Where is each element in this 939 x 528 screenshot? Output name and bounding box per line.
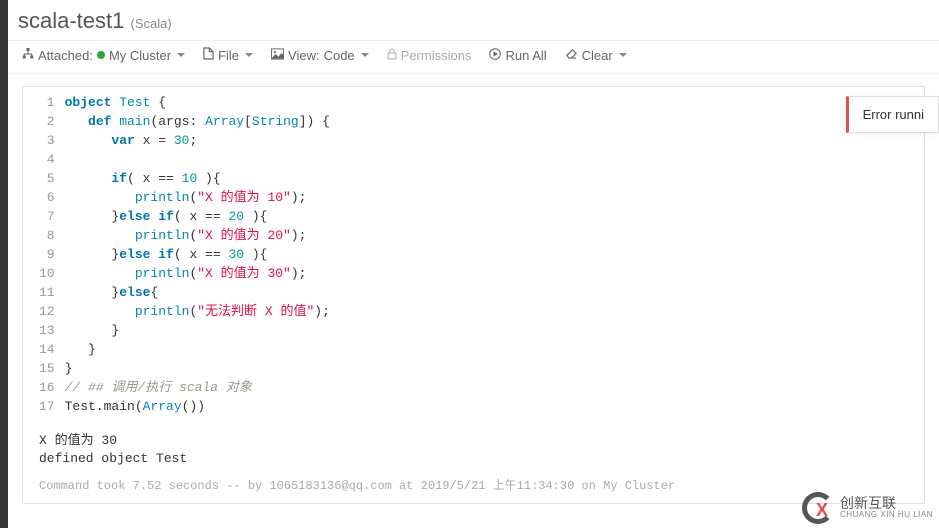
line-number: 7 [39, 207, 55, 226]
line-number: 13 [39, 321, 55, 340]
watermark-text: 创新互联 [840, 497, 933, 510]
line-number: 11 [39, 283, 55, 302]
eraser-icon [565, 48, 578, 62]
line-number: 8 [39, 226, 55, 245]
toolbar: Attached: My Cluster File View: Code Per [8, 40, 939, 74]
command-info: Command took 7.52 seconds -- by 10651831… [23, 472, 924, 503]
view-value: Code [324, 48, 355, 63]
notebook-title[interactable]: scala-test1 [18, 8, 124, 33]
file-label: File [218, 48, 239, 63]
attached-cluster[interactable]: Attached: My Cluster [22, 48, 185, 63]
run-all-label: Run All [505, 48, 546, 63]
chevron-down-icon [245, 53, 253, 57]
attached-label: Attached: [38, 48, 93, 63]
watermark-text-block: 创新互联 CHUANG XIN HU LIAN [840, 497, 933, 519]
line-number: 16 [39, 378, 55, 397]
image-icon [271, 48, 284, 63]
sitemap-icon [22, 48, 34, 63]
line-number: 14 [39, 340, 55, 359]
view-label: View: [288, 48, 320, 63]
permissions-label: Permissions [401, 48, 472, 63]
file-menu[interactable]: File [203, 47, 253, 63]
notebook-language-value: Scala [135, 16, 168, 31]
notebook-content: 1 2 3 4 5 6 7 8 9 10 11 12 13 14 15 16 1 [8, 74, 939, 516]
error-toast-text: Error runni [863, 107, 924, 122]
line-number: 3 [39, 131, 55, 150]
output-line: defined object Test [39, 450, 908, 468]
line-number: 4 [39, 150, 55, 169]
permissions-button: Permissions [387, 48, 472, 63]
left-rail [0, 0, 8, 528]
line-number: 15 [39, 359, 55, 378]
error-toast[interactable]: Error runni [846, 96, 939, 133]
chevron-down-icon [361, 53, 369, 57]
watermark-subtext: CHUANG XIN HU LIAN [840, 510, 933, 519]
chevron-down-icon [177, 53, 185, 57]
code-cell[interactable]: 1 2 3 4 5 6 7 8 9 10 11 12 13 14 15 16 1 [22, 86, 925, 504]
line-number: 17 [39, 397, 55, 416]
line-number: 5 [39, 169, 55, 188]
line-number: 6 [39, 188, 55, 207]
main-area: scala-test1 (Scala) Attached: My Cluster… [8, 0, 939, 516]
play-icon [489, 48, 501, 63]
output-line: X 的值为 30 [39, 432, 908, 450]
view-menu[interactable]: View: Code [271, 48, 369, 63]
line-gutter: 1 2 3 4 5 6 7 8 9 10 11 12 13 14 15 16 1 [23, 93, 65, 416]
clear-label: Clear [582, 48, 613, 63]
file-icon [203, 47, 214, 63]
lock-icon [387, 48, 397, 63]
notebook-title-bar: scala-test1 (Scala) [8, 0, 939, 40]
line-number: 12 [39, 302, 55, 321]
notebook-language: (Scala) [131, 16, 172, 31]
cluster-name: My Cluster [109, 48, 171, 63]
code-text[interactable]: object Test { def main(args: Array[Strin… [65, 93, 924, 416]
watermark-logo-icon: X [802, 492, 834, 524]
line-number: 2 [39, 112, 55, 131]
cluster-status-icon [97, 51, 105, 59]
code-editor[interactable]: 1 2 3 4 5 6 7 8 9 10 11 12 13 14 15 16 1 [23, 87, 924, 422]
line-number: 10 [39, 264, 55, 283]
run-all-button[interactable]: Run All [489, 48, 546, 63]
cell-output: X 的值为 30 defined object Test [23, 422, 924, 472]
line-number: 9 [39, 245, 55, 264]
chevron-down-icon [619, 53, 627, 57]
watermark: X 创新互联 CHUANG XIN HU LIAN [802, 492, 933, 524]
line-number: 1 [39, 93, 55, 112]
clear-menu[interactable]: Clear [565, 48, 627, 63]
